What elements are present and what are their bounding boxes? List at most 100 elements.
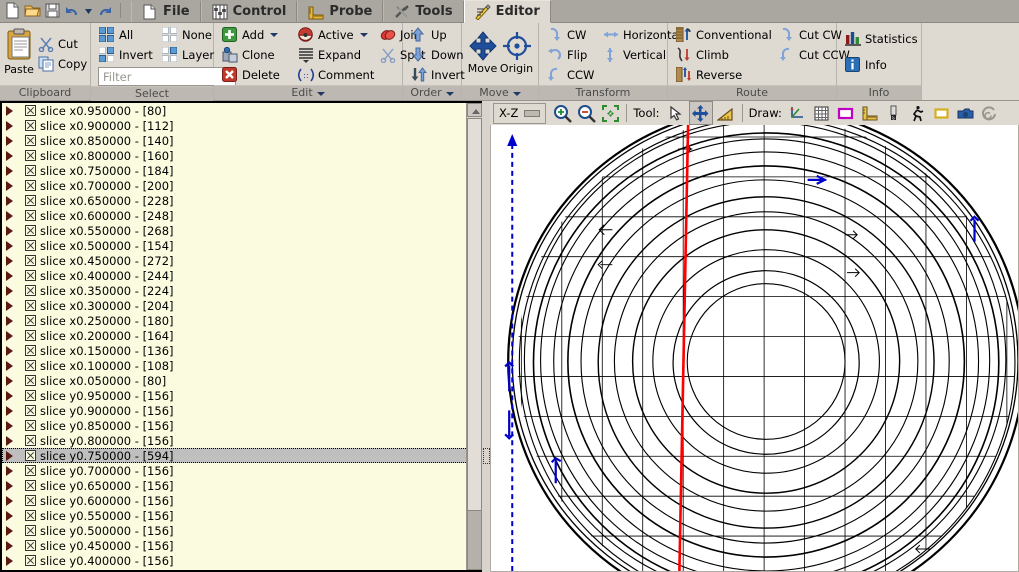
view-mode-select[interactable]: X-Z	[493, 103, 546, 124]
block-list-row[interactable]: slice y0.350000 - [156]	[2, 568, 482, 572]
undo-icon[interactable]	[64, 2, 81, 19]
expand-triangle-icon[interactable]	[6, 256, 20, 266]
draw-camera-button[interactable]	[955, 102, 977, 124]
expand-triangle-icon[interactable]	[6, 331, 20, 341]
select-layer-button[interactable]: Layer	[158, 45, 218, 65]
statistics-button[interactable]: Statistics	[841, 26, 922, 52]
flip-button[interactable]: Flip	[543, 45, 599, 65]
select-all-button[interactable]: All	[95, 25, 158, 45]
block-list[interactable]: slice x0.950000 - [80]slice x0.900000 - …	[0, 101, 482, 572]
order-up-button[interactable]: Up	[407, 25, 451, 45]
cut-button[interactable]: Cut	[34, 34, 91, 54]
expand-triangle-icon[interactable]	[6, 391, 20, 401]
expand-triangle-icon[interactable]	[6, 376, 20, 386]
enable-checkbox[interactable]	[25, 330, 36, 341]
tab-probe[interactable]: Probe	[297, 1, 383, 22]
block-list-row[interactable]: slice x0.350000 - [224]	[2, 283, 482, 298]
comment-button[interactable]: :: Comment	[294, 65, 378, 85]
enable-checkbox[interactable]	[25, 510, 36, 521]
scroll-track-bottom[interactable]	[467, 510, 482, 570]
group-footer-order[interactable]: Order	[403, 85, 461, 100]
enable-checkbox[interactable]	[25, 165, 36, 176]
expand-triangle-icon[interactable]	[6, 406, 20, 416]
delete-button[interactable]: Delete	[218, 65, 294, 85]
tab-tools[interactable]: Tools	[383, 1, 463, 22]
tool-ruler-button[interactable]	[715, 102, 737, 124]
expand-triangle-icon[interactable]	[6, 541, 20, 551]
group-footer-move[interactable]: Move	[462, 85, 538, 100]
draw-endmill-button[interactable]	[883, 102, 905, 124]
block-list-row[interactable]: slice x0.100000 - [108]	[2, 358, 482, 373]
save-file-icon[interactable]	[44, 2, 61, 19]
info-button[interactable]: Info	[841, 52, 891, 78]
enable-checkbox[interactable]	[25, 375, 36, 386]
block-list-row[interactable]: slice x0.150000 - [136]	[2, 343, 482, 358]
enable-checkbox[interactable]	[25, 465, 36, 476]
tab-file[interactable]: File	[131, 1, 201, 22]
expand-triangle-icon[interactable]	[6, 211, 20, 221]
expand-triangle-icon[interactable]	[6, 316, 20, 326]
expand-triangle-icon[interactable]	[6, 421, 20, 431]
select-invert-button[interactable]: Invert	[95, 45, 158, 65]
undo-dropdown-icon[interactable]	[84, 2, 93, 19]
enable-checkbox[interactable]	[25, 360, 36, 371]
block-list-row[interactable]: slice y0.650000 - [156]	[2, 478, 482, 493]
block-list-row[interactable]: slice x0.550000 - [268]	[2, 223, 482, 238]
block-list-row[interactable]: slice y0.500000 - [156]	[2, 523, 482, 538]
pane-splitter[interactable]	[482, 101, 490, 572]
draw-workarea-button[interactable]	[931, 102, 953, 124]
expand-triangle-icon[interactable]	[6, 526, 20, 536]
expand-triangle-icon[interactable]	[6, 346, 20, 356]
enable-checkbox[interactable]	[25, 480, 36, 491]
enable-checkbox[interactable]	[25, 450, 36, 461]
enable-checkbox[interactable]	[25, 495, 36, 506]
enable-checkbox[interactable]	[25, 105, 36, 116]
view-mode-dropdown-icon[interactable]	[524, 110, 540, 117]
block-list-row[interactable]: slice x0.850000 - [140]	[2, 133, 482, 148]
block-list-row[interactable]: slice y0.400000 - [156]	[2, 553, 482, 568]
enable-checkbox[interactable]	[25, 255, 36, 266]
block-list-row[interactable]: slice x0.600000 - [248]	[2, 208, 482, 223]
block-list-row[interactable]: slice x0.700000 - [200]	[2, 178, 482, 193]
expand-triangle-icon[interactable]	[6, 436, 20, 446]
block-list-row[interactable]: slice y0.950000 - [156]	[2, 388, 482, 403]
draw-axes-button[interactable]	[787, 102, 809, 124]
enable-checkbox[interactable]	[25, 240, 36, 251]
draw-probe-button[interactable]	[859, 102, 881, 124]
expand-triangle-icon[interactable]	[6, 196, 20, 206]
enable-checkbox[interactable]	[25, 285, 36, 296]
block-list-row[interactable]: slice x0.250000 - [180]	[2, 313, 482, 328]
add-button[interactable]: Add	[218, 25, 294, 45]
tab-control[interactable]: Control	[201, 1, 298, 22]
tab-editor[interactable]: Editor	[464, 0, 551, 23]
expand-triangle-icon[interactable]	[6, 271, 20, 281]
block-list-row[interactable]: slice y0.800000 - [156]	[2, 433, 482, 448]
expand-triangle-icon[interactable]	[6, 151, 20, 161]
enable-checkbox[interactable]	[25, 420, 36, 431]
tool-select-button[interactable]	[665, 102, 687, 124]
block-list-row[interactable]: slice y0.900000 - [156]	[2, 403, 482, 418]
order-invert-button[interactable]: Invert	[407, 65, 469, 85]
edit-dialog-caret-icon[interactable]	[317, 92, 325, 96]
zoom-in-button[interactable]	[551, 102, 573, 124]
block-list-row[interactable]: slice y0.700000 - [156]	[2, 463, 482, 478]
block-list-row[interactable]: slice x0.200000 - [164]	[2, 328, 482, 343]
expand-triangle-icon[interactable]	[6, 181, 20, 191]
enable-checkbox[interactable]	[25, 405, 36, 416]
add-dropdown-caret-icon[interactable]	[270, 33, 278, 37]
expand-triangle-icon[interactable]	[6, 106, 20, 116]
block-list-row[interactable]: slice y0.450000 - [156]	[2, 538, 482, 553]
redo-icon[interactable]	[96, 2, 113, 19]
block-list-row[interactable]: slice x0.650000 - [228]	[2, 193, 482, 208]
scroll-up-button[interactable]	[467, 103, 482, 117]
paste-button[interactable]: Paste	[4, 26, 34, 76]
enable-checkbox[interactable]	[25, 210, 36, 221]
enable-checkbox[interactable]	[25, 390, 36, 401]
expand-triangle-icon[interactable]	[6, 466, 20, 476]
copy-button[interactable]: Copy	[34, 54, 91, 74]
cut-cw-button[interactable]: Cut CW	[775, 25, 846, 45]
new-file-icon[interactable]	[4, 2, 21, 19]
expand-triangle-icon[interactable]	[6, 451, 20, 461]
expand-button[interactable]: Expand	[294, 45, 376, 65]
block-list-row[interactable]: slice x0.950000 - [80]	[2, 103, 482, 118]
